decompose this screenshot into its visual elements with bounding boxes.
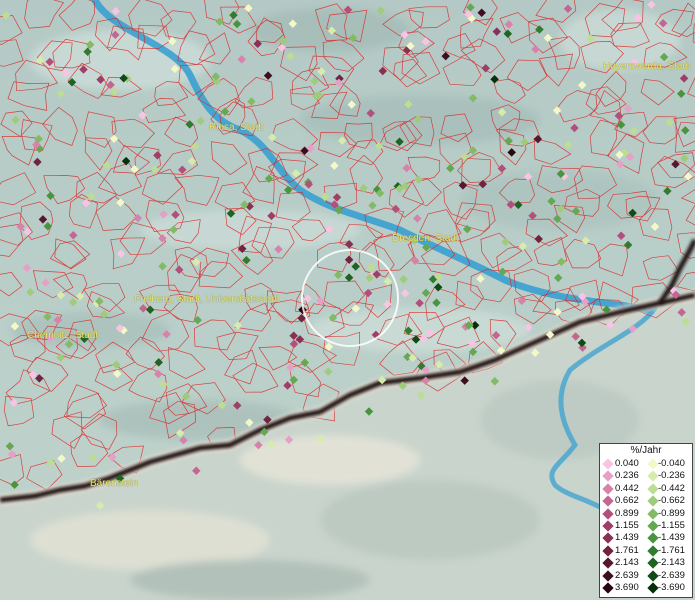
legend-swatch-negative (647, 495, 659, 507)
city-label-chemnitz: Chemnitz, Stadt (27, 330, 99, 341)
legend-swatch-negative (647, 545, 659, 557)
legend-swatch-negative (647, 483, 659, 495)
legend-title: %/Jahr (630, 445, 662, 456)
legend-swatch-negative (647, 520, 659, 532)
city-label-dresden: Dresden, Stadt (392, 233, 459, 244)
legend-swatch-positive (602, 507, 614, 520)
legend-swatch-positive (602, 532, 614, 545)
legend-value-positive: 2.639 (615, 569, 639, 581)
city-label-baerenstein: Bärenstein (90, 478, 138, 489)
legend-swatch-positive (602, 545, 614, 557)
legend-row: 0.899 -0.899 (600, 508, 694, 520)
legend-row: 1.439 -1.439 (600, 532, 694, 545)
legend-value-positive: 1.439 (615, 532, 639, 544)
legend-swatch-negative (647, 507, 659, 520)
legend-value-positive: 0.662 (615, 495, 639, 507)
legend-value-negative: -0.662 (658, 495, 685, 507)
legend-value-negative: -0.236 (658, 470, 685, 482)
legend-value-negative: -0.899 (658, 507, 685, 519)
legend-value-negative: -2.639 (658, 569, 685, 581)
legend-swatch-positive (602, 582, 614, 594)
legend-row: 0.442 -0.442 (600, 483, 694, 495)
legend-value-positive: 0.899 (615, 507, 639, 519)
legend-row: 0.662 -0.662 (600, 495, 694, 507)
legend-value-positive: 1.155 (615, 520, 639, 531)
legend-swatch-negative (647, 569, 659, 582)
map-canvas[interactable] (0, 0, 695, 600)
legend-swatch-positive (602, 458, 614, 470)
city-label-hoyerswerda: Hoyerswerda, Stadt (603, 61, 691, 72)
legend-swatch-positive (602, 569, 614, 582)
legend-value-positive: 0.236 (615, 470, 639, 482)
legend-value-negative: -2.143 (658, 557, 685, 569)
legend-value-positive: 2.143 (615, 557, 639, 569)
legend-row: 1.155 -1.155 (600, 520, 694, 532)
legend-value-positive: 0.040 (615, 458, 639, 469)
legend-row: 2.143 -2.143 (600, 557, 694, 569)
legend-row: 1.761 -1.761 (600, 545, 694, 557)
legend-swatch-positive (602, 483, 614, 495)
city-label-riesa: Riesa, Stadt (209, 122, 264, 133)
legend-value-negative: -0.040 (658, 458, 685, 469)
legend-value-negative: -1.439 (658, 532, 685, 544)
legend-swatch-positive (602, 470, 614, 483)
legend-swatch-positive (602, 557, 614, 569)
legend-swatch-negative (647, 470, 659, 483)
legend-value-negative: -0.442 (658, 482, 685, 494)
legend: %/Jahr 0.040 -0.040 0.236 -0.236 0.442 -0.442… (599, 443, 693, 598)
legend-row: 0.040 -0.040 (600, 458, 694, 470)
legend-value-positive: 1.761 (615, 544, 639, 556)
legend-value-negative: -1.761 (658, 544, 685, 556)
legend-row: 0.236 -0.236 (600, 470, 694, 483)
legend-value-positive: 0.442 (615, 482, 639, 494)
legend-swatch-negative (647, 532, 659, 545)
legend-swatch-negative (647, 582, 659, 594)
legend-value-negative: -1.155 (658, 520, 685, 531)
legend-row: 3.690 -3.690 (600, 582, 694, 594)
legend-swatch-negative (647, 458, 659, 470)
city-label-freiberg: Freiberg, Stadt, Universitätsstadt (134, 294, 280, 305)
legend-swatch-negative (647, 557, 659, 569)
legend-swatch-positive (602, 520, 614, 532)
legend-value-negative: -3.690 (658, 582, 685, 593)
legend-swatch-positive (602, 495, 614, 507)
legend-value-positive: 3.690 (615, 582, 639, 593)
legend-row: 2.639 -2.639 (600, 570, 694, 582)
